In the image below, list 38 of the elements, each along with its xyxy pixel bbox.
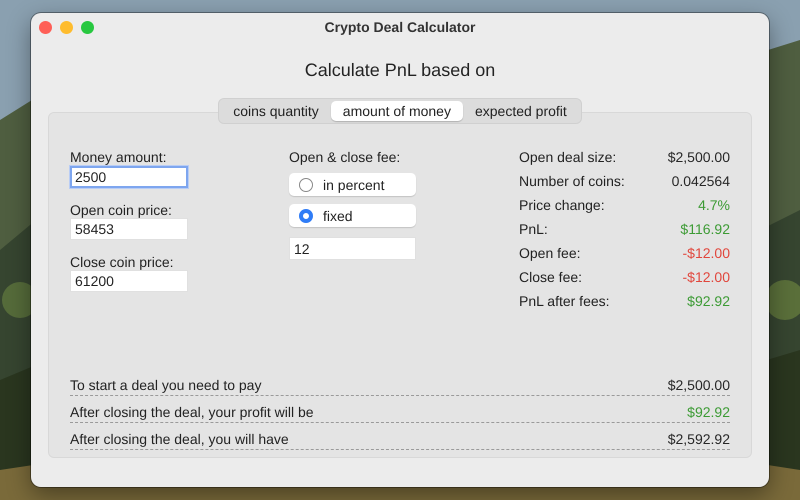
tab[interactable]: expected profit bbox=[462, 101, 579, 121]
tab[interactable]: amount of money bbox=[330, 101, 463, 121]
result-value: 4.7% bbox=[698, 197, 730, 213]
input-field[interactable]: 12 bbox=[289, 237, 416, 260]
radio-option[interactable]: fixed bbox=[289, 204, 416, 227]
result-value: 0.042564 bbox=[672, 173, 730, 189]
result-label: PnL after fees: bbox=[519, 293, 610, 309]
input-field[interactable]: 58453 bbox=[70, 218, 188, 240]
summary-label: After closing the deal, you will have bbox=[70, 431, 289, 447]
result-label: Open fee: bbox=[519, 245, 580, 261]
result-value: $2,500.00 bbox=[668, 149, 730, 165]
result-value: $116.92 bbox=[680, 221, 730, 237]
radio-option[interactable]: in percent bbox=[289, 173, 416, 196]
result-value: -$12.00 bbox=[682, 245, 730, 261]
field-label: Open coin price: bbox=[70, 202, 173, 218]
result-label: PnL: bbox=[519, 221, 548, 237]
input-field[interactable]: 2500 bbox=[70, 166, 188, 188]
result-label: Open deal size: bbox=[519, 149, 616, 165]
summary-label: After closing the deal, your profit will be bbox=[70, 404, 314, 420]
minimize-button[interactable] bbox=[60, 20, 73, 34]
close-button[interactable] bbox=[39, 20, 52, 34]
result-label: Number of coins: bbox=[519, 173, 625, 189]
result-label: Close fee: bbox=[519, 269, 582, 285]
field-label: Close coin price: bbox=[70, 254, 174, 270]
field-label: Open & close fee: bbox=[289, 149, 402, 165]
heading: Calculate PnL based on bbox=[304, 60, 496, 81]
result-value: -$12.00 bbox=[682, 269, 730, 285]
window-title: Crypto Deal Calculator bbox=[324, 19, 476, 35]
summary-value: $2,592.92 bbox=[668, 431, 730, 447]
result-label: Price change: bbox=[519, 197, 605, 213]
input-field[interactable]: 61200 bbox=[70, 270, 188, 292]
zoom-button[interactable] bbox=[81, 20, 94, 34]
summary-label: To start a deal you need to pay bbox=[70, 377, 262, 393]
summary-value: $2,500.00 bbox=[668, 377, 730, 393]
summary-value: $92.92 bbox=[687, 404, 730, 420]
result-value: $92.92 bbox=[687, 293, 730, 309]
tab[interactable]: coins quantity bbox=[221, 101, 331, 121]
field-label: Money amount: bbox=[70, 149, 168, 165]
